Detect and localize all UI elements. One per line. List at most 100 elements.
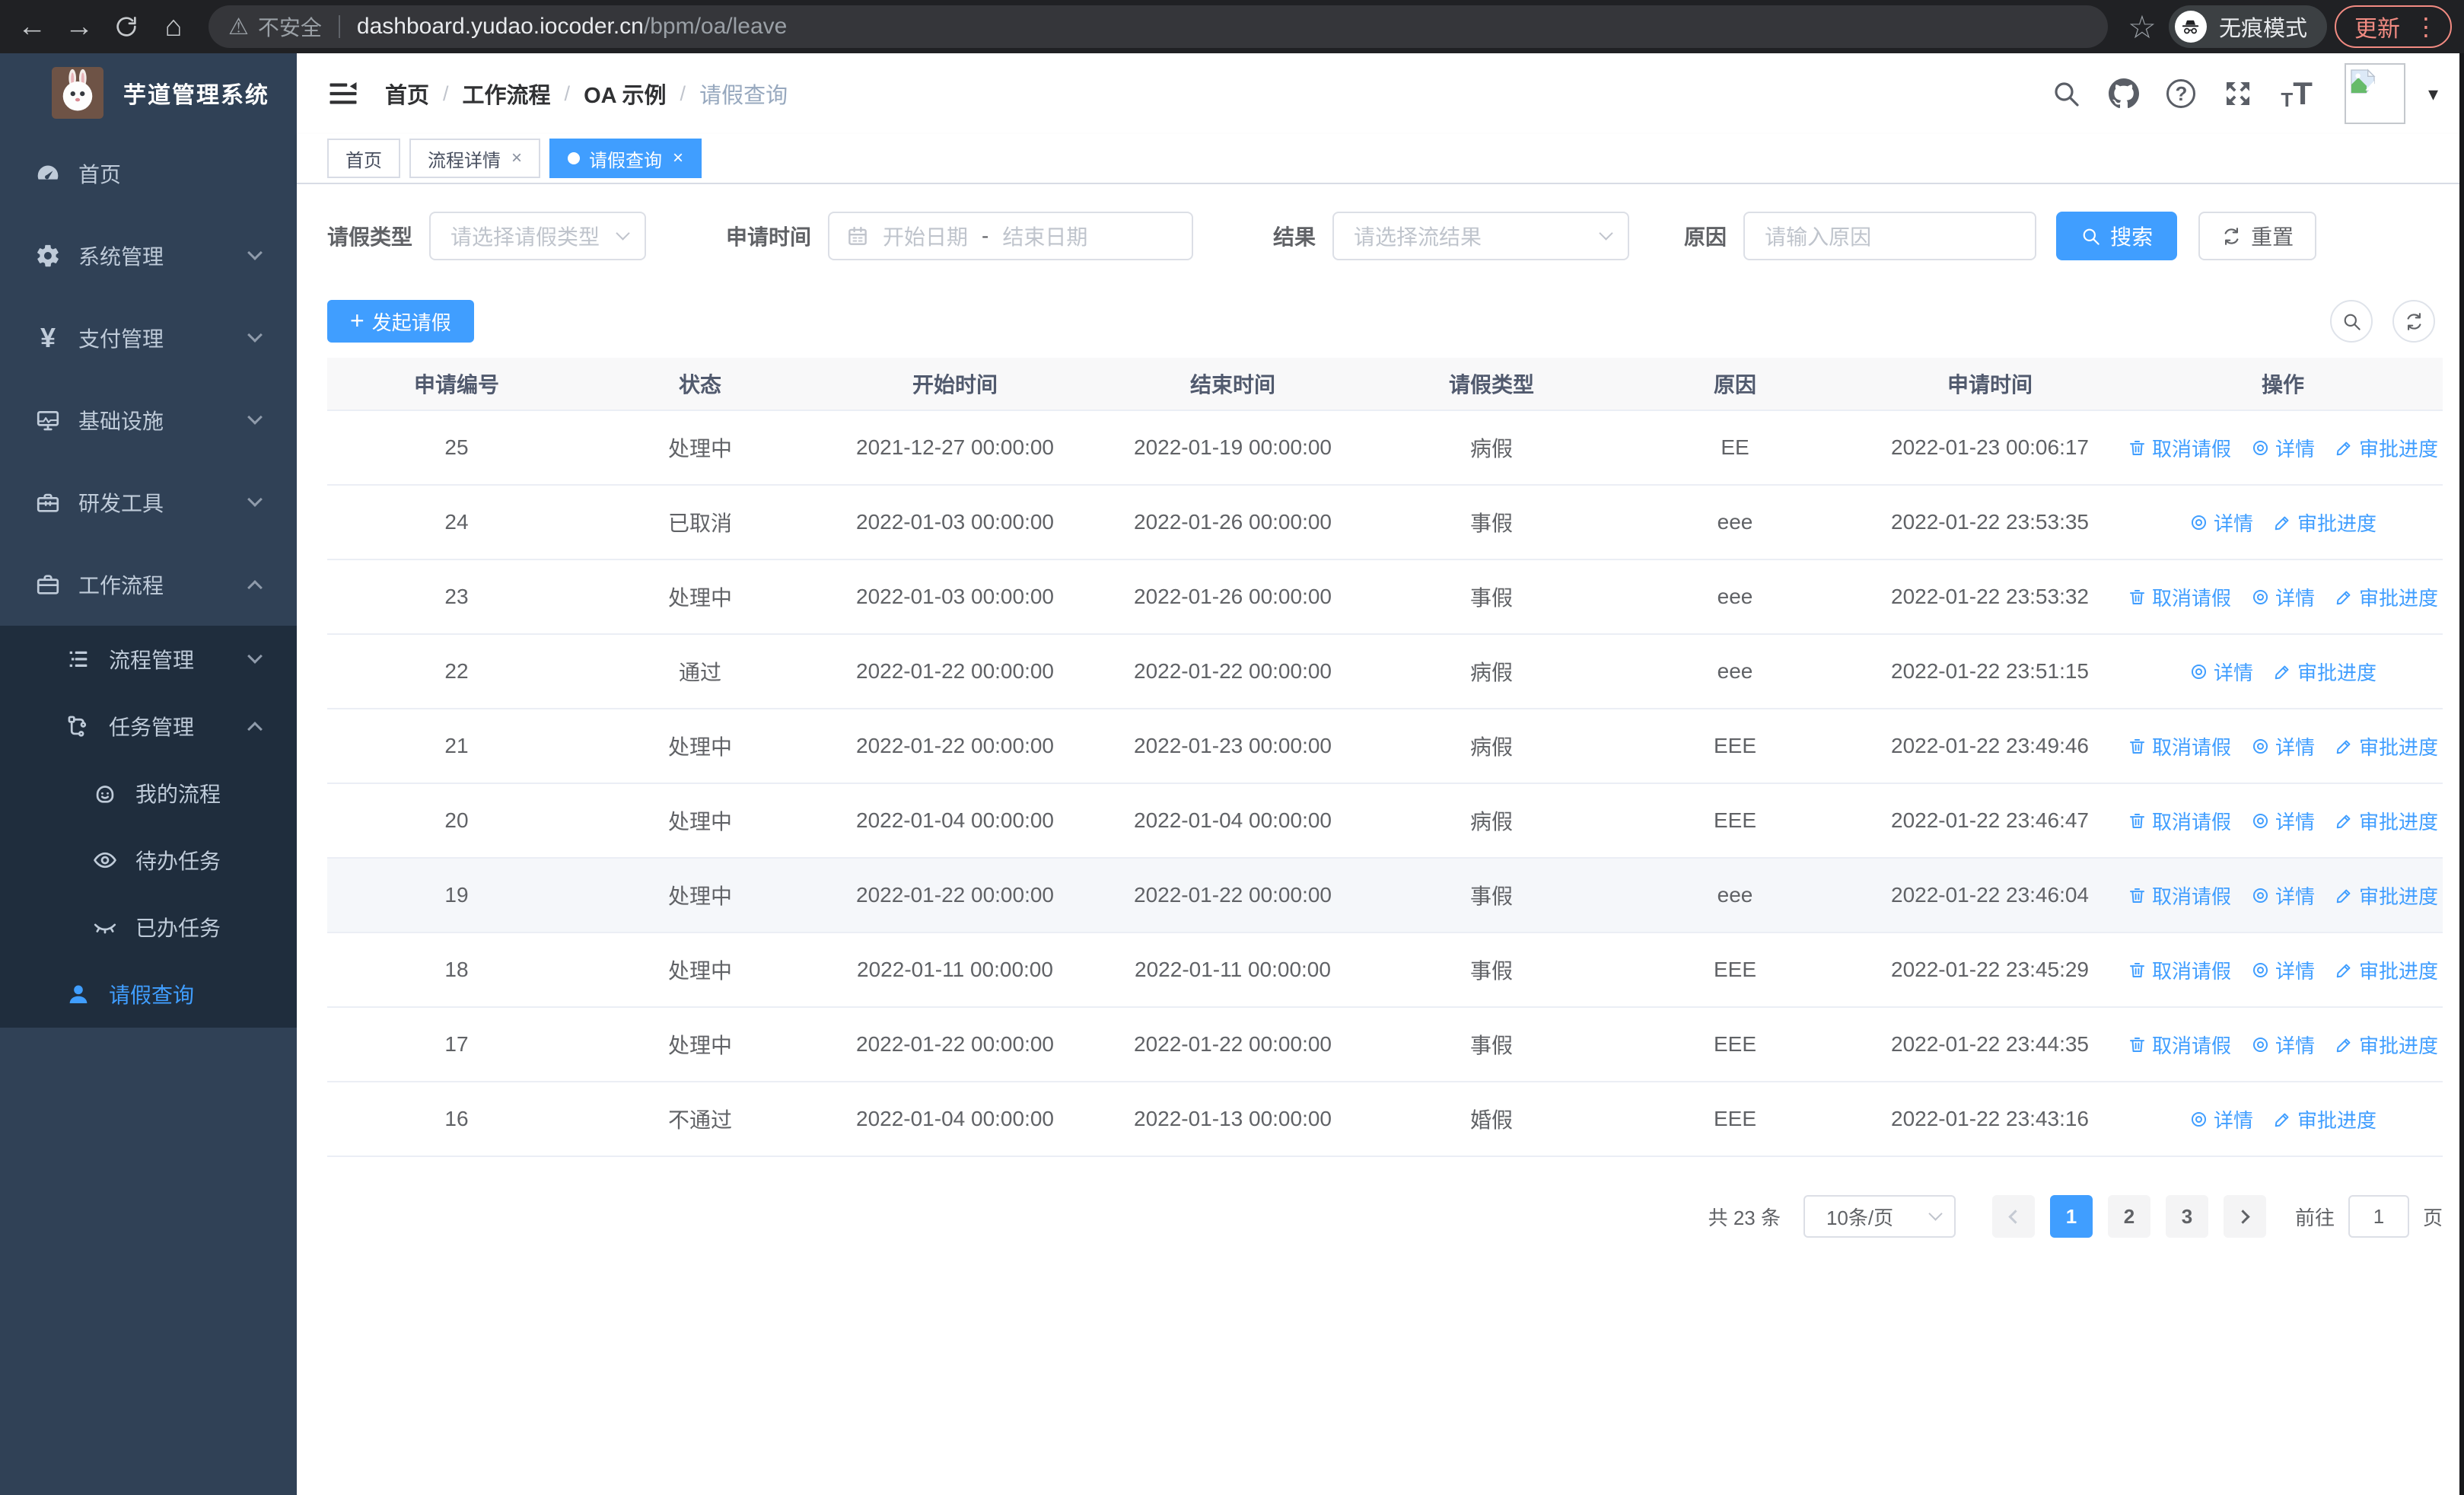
search-icon[interactable] [2051, 78, 2081, 109]
sidebar-item-payment[interactable]: ¥ 支付管理 [0, 297, 297, 379]
action-progress[interactable]: 审批进度 [2335, 956, 2438, 984]
cell-apply_time: 2022-01-22 23:43:16 [1891, 1107, 2089, 1130]
page-button-3[interactable]: 3 [2165, 1195, 2208, 1238]
sidebar-item-infrastructure[interactable]: 基础设施 [0, 379, 297, 461]
table-row[interactable]: 20 处理中 2022-01-04 00:00:00 2022-01-04 00:00… [327, 784, 2443, 859]
table-row[interactable]: 18 处理中 2022-01-11 00:00:00 2022-01-11 00:00… [327, 933, 2443, 1008]
result-select[interactable]: 请选择流结果 [1332, 212, 1630, 260]
table-row[interactable]: 19 处理中 2022-01-22 00:00:00 2022-01-22 00:00… [327, 859, 2443, 933]
sidebar-item-task-mgmt[interactable]: 任务管理 [0, 693, 297, 760]
cell-status: 处理中 [667, 959, 732, 983]
action-progress[interactable]: 审批进度 [2273, 508, 2376, 537]
table-row[interactable]: 17 处理中 2022-01-22 00:00:00 2022-01-22 00:00… [327, 1008, 2443, 1082]
reason-input[interactable]: 请输入原因 [1743, 212, 2037, 260]
action-progress[interactable]: 审批进度 [2273, 658, 2376, 686]
action-progress[interactable]: 审批进度 [2335, 732, 2438, 760]
action-cancel[interactable]: 取消请假 [2128, 807, 2231, 835]
chevron-right-icon [2236, 1209, 2250, 1224]
sidebar-item-workflow[interactable]: 工作流程 [0, 543, 297, 626]
sidebar-item-process-mgmt[interactable]: 流程管理 [0, 626, 297, 693]
leave-type-select[interactable]: 请选择请假类型 [429, 212, 647, 260]
table-row[interactable]: 25 处理中 2021-12-27 00:00:00 2022-01-19 00:00… [327, 411, 2443, 486]
action-progress[interactable]: 审批进度 [2335, 881, 2438, 910]
search-button[interactable]: 搜索 [2056, 212, 2178, 260]
action-detail[interactable]: 详情 [2251, 732, 2315, 760]
action-detail[interactable]: 详情 [2189, 1105, 2253, 1133]
github-icon[interactable] [2109, 78, 2140, 109]
cell-actions: 取消请假 详情 审批进度 [2123, 807, 2443, 835]
action-progress[interactable]: 审批进度 [2335, 1031, 2438, 1059]
table-row[interactable]: 24 已取消 2022-01-03 00:00:00 2022-01-26 00:00… [327, 486, 2443, 560]
url-bar[interactable]: ⚠ 不安全 dashboard.yudao.iocoder.cn/bpm/oa/… [209, 5, 2108, 48]
page-size-select[interactable]: 10条/页 [1803, 1195, 1956, 1238]
question-icon[interactable]: ? [2166, 79, 2196, 108]
cell-id: 24 [444, 510, 469, 534]
home-icon[interactable]: ⌂ [154, 7, 193, 46]
table-row[interactable]: 22 通过 2022-01-22 00:00:00 2022-01-22 00:00:… [327, 635, 2443, 709]
avatar[interactable] [2344, 63, 2405, 124]
bookmark-star-icon[interactable]: ☆ [2123, 8, 2161, 46]
sidebar-item-todo-tasks[interactable]: 待办任务 [0, 827, 297, 894]
tab-leave-query[interactable]: 请假查询 × [549, 139, 702, 178]
action-progress[interactable]: 审批进度 [2335, 807, 2438, 835]
fontsize-icon[interactable]: TT [2281, 78, 2313, 110]
tab-home[interactable]: 首页 [327, 139, 400, 178]
action-detail[interactable]: 详情 [2189, 508, 2253, 537]
action-detail[interactable]: 详情 [2251, 807, 2315, 835]
breadcrumb-item[interactable]: 工作流程 [463, 78, 551, 110]
action-detail[interactable]: 详情 [2251, 1031, 2315, 1059]
table-row[interactable]: 16 不通过 2022-01-04 00:00:00 2022-01-13 00:00… [327, 1082, 2443, 1157]
apply-time-range-picker[interactable]: 开始日期 - 结束日期 [828, 212, 1194, 260]
gear-icon [34, 242, 62, 269]
action-cancel[interactable]: 取消请假 [2128, 732, 2231, 760]
action-progress[interactable]: 审批进度 [2335, 434, 2438, 462]
sidebar-item-dev-tools[interactable]: 研发工具 [0, 461, 297, 543]
page-content: 请假类型 请选择请假类型 申请时间 开始日期 - 结束日期 结果 请选择流结果 [297, 184, 2464, 1495]
sidebar-item-done-tasks[interactable]: 已办任务 [0, 894, 297, 961]
action-cancel[interactable]: 取消请假 [2128, 956, 2231, 984]
prev-page-button[interactable] [1991, 1195, 2035, 1238]
hamburger-icon[interactable] [327, 78, 359, 110]
page-button-1[interactable]: 1 [2049, 1195, 2093, 1238]
forward-icon[interactable]: → [59, 7, 99, 46]
sidebar-item-system[interactable]: 系统管理 [0, 215, 297, 297]
table-row[interactable]: 21 处理中 2022-01-22 00:00:00 2022-01-23 00:00… [327, 709, 2443, 784]
sidebar-item-leave-query[interactable]: 请假查询 [0, 961, 297, 1028]
breadcrumb-item[interactable]: 首页 [385, 78, 429, 110]
action-detail[interactable]: 详情 [2251, 956, 2315, 984]
close-icon[interactable]: × [511, 148, 522, 169]
create-leave-button[interactable]: + 发起请假 [327, 300, 474, 343]
close-icon[interactable]: × [673, 148, 683, 169]
action-detail[interactable]: 详情 [2251, 583, 2315, 611]
refresh-table-button[interactable] [2392, 300, 2435, 343]
action-cancel[interactable]: 取消请假 [2128, 434, 2231, 462]
back-icon[interactable]: ← [12, 7, 52, 46]
fullscreen-icon[interactable] [2223, 78, 2253, 109]
action-progress[interactable]: 审批进度 [2335, 583, 2438, 611]
page-button-2[interactable]: 2 [2107, 1195, 2150, 1238]
logo[interactable]: 芋道管理系统 [0, 53, 297, 132]
action-cancel[interactable]: 取消请假 [2128, 583, 2231, 611]
reload-icon[interactable] [107, 7, 146, 46]
sidebar-item-home[interactable]: 首页 [0, 132, 297, 215]
goto-page-input[interactable]: 1 [2348, 1195, 2409, 1238]
action-detail[interactable]: 详情 [2189, 658, 2253, 686]
tab-process-detail[interactable]: 流程详情 × [409, 139, 541, 178]
url-host: dashboard.yudao.iocoder.cn [356, 14, 644, 39]
next-page-button[interactable] [2223, 1195, 2266, 1238]
avatar-caret-down-icon[interactable]: ▾ [2428, 82, 2438, 106]
browser-menu-button[interactable]: 更新 ⋮ [2335, 5, 2452, 48]
action-cancel[interactable]: 取消请假 [2128, 1031, 2231, 1059]
action-detail[interactable]: 详情 [2251, 881, 2315, 910]
action-detail[interactable]: 详情 [2251, 434, 2315, 462]
action-cancel[interactable]: 取消请假 [2128, 881, 2231, 910]
breadcrumb-item[interactable]: OA 示例 [584, 78, 666, 110]
reset-button[interactable]: 重置 [2198, 212, 2317, 260]
security-label: 不安全 [257, 16, 322, 40]
toggle-search-button[interactable] [2330, 300, 2373, 343]
action-progress[interactable]: 审批进度 [2273, 1105, 2376, 1133]
sidebar-item-my-process[interactable]: 我的流程 [0, 760, 297, 827]
screen: ← → ⌂ ⚠ 不安全 dashboard.yudao.iocoder.cn/b… [0, 0, 2464, 1495]
table-row[interactable]: 23 处理中 2022-01-03 00:00:00 2022-01-26 00:00… [327, 560, 2443, 635]
cell-start: 2022-01-22 00:00:00 [856, 883, 1054, 907]
